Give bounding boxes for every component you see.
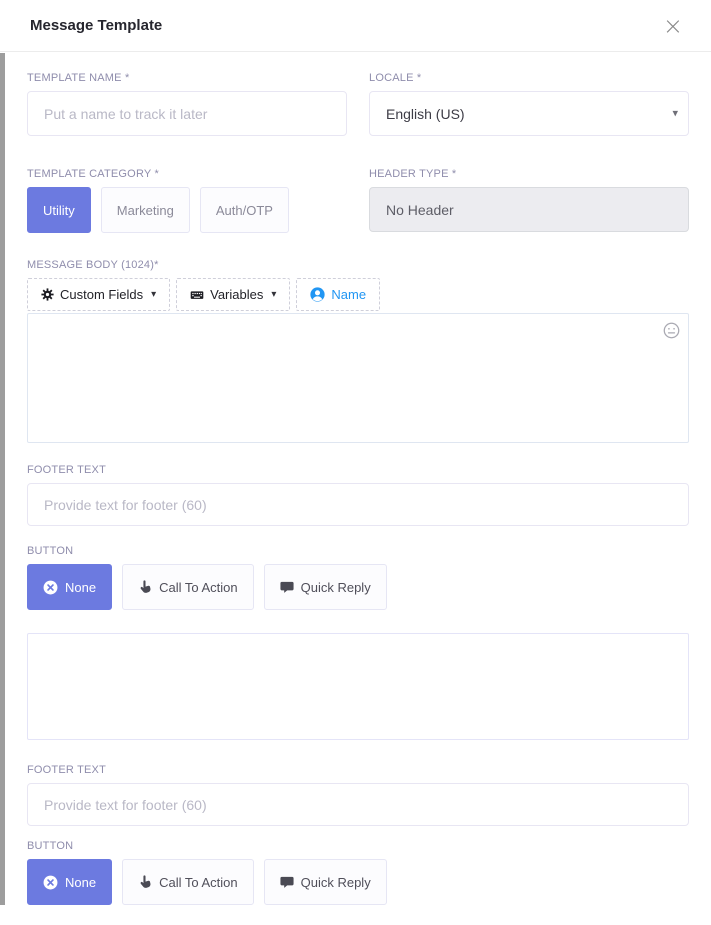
category-options: Utility Marketing Auth/OTP: [27, 187, 347, 233]
row-name-locale: TEMPLATE NAME * LOCALE * English (US) ▾: [27, 72, 689, 136]
button-call-to-action-option[interactable]: Call To Action: [122, 564, 254, 610]
category-authotp-button[interactable]: Auth/OTP: [200, 187, 289, 233]
name-variable-button[interactable]: Name: [296, 278, 380, 311]
message-body-toolbar: Custom Fields ▾: [27, 278, 689, 311]
header-type-label: HEADER TYPE *: [369, 168, 689, 180]
button-section-2: BUTTON None: [27, 840, 689, 905]
message-body-section: MESSAGE BODY (1024)* Custom Fields: [27, 259, 689, 443]
button-none-option[interactable]: None: [27, 859, 112, 905]
locale-select[interactable]: English (US): [369, 91, 689, 136]
secondary-body-textarea[interactable]: [27, 633, 689, 740]
footer-text-section-2: FOOTER TEXT: [27, 764, 689, 826]
row-category-header: TEMPLATE CATEGORY * Utility Marketing Au…: [27, 168, 689, 233]
header-type-field: No Header: [369, 187, 689, 232]
message-template-modal: Message Template × TEMPLATE NAME * LOCAL…: [0, 0, 711, 925]
caret-down-icon: ▾: [271, 289, 276, 300]
button-label: BUTTON: [27, 545, 689, 557]
chat-bubble-icon: [280, 875, 294, 889]
page-background-edge: [0, 53, 5, 905]
button-section-1: BUTTON None: [27, 545, 689, 610]
button-type-options-2: None Call To Action: [27, 859, 689, 905]
template-category-label: TEMPLATE CATEGORY *: [27, 168, 347, 180]
modal-title: Message Template: [30, 17, 162, 34]
locale-label: LOCALE *: [369, 72, 689, 84]
footer-text-label: FOOTER TEXT: [27, 464, 689, 476]
secondary-body-section: [27, 633, 689, 740]
gear-icon: [41, 288, 54, 301]
button-quick-reply-option[interactable]: Quick Reply: [264, 564, 387, 610]
chat-bubble-icon: [280, 580, 294, 594]
keyboard-icon: [190, 288, 204, 302]
button-quick-reply-option[interactable]: Quick Reply: [264, 859, 387, 905]
footer-text-input-2[interactable]: [27, 783, 689, 826]
message-body-label: MESSAGE BODY (1024)*: [27, 259, 689, 271]
footer-text-section-1: FOOTER TEXT: [27, 464, 689, 526]
variables-dropdown-button[interactable]: Variables ▾: [176, 278, 290, 311]
footer-text-input-1[interactable]: [27, 483, 689, 526]
button-none-option[interactable]: None: [27, 564, 112, 610]
custom-fields-dropdown-button[interactable]: Custom Fields ▾: [27, 278, 170, 311]
category-utility-button[interactable]: Utility: [27, 187, 91, 233]
locale-selected-value: English (US): [386, 106, 465, 122]
user-circle-icon: [310, 287, 325, 302]
template-name-input[interactable]: [27, 91, 347, 136]
button-type-options-1: None Call To Action: [27, 564, 689, 610]
button-call-to-action-option[interactable]: Call To Action: [122, 859, 254, 905]
circle-x-icon: [43, 875, 58, 890]
caret-down-icon: ▾: [151, 289, 156, 300]
modal-body: TEMPLATE NAME * LOCALE * English (US) ▾ …: [0, 52, 711, 925]
hand-pointer-icon: [138, 875, 152, 889]
message-body-textarea[interactable]: [27, 313, 689, 443]
circle-x-icon: [43, 580, 58, 595]
button-label: BUTTON: [27, 840, 689, 852]
emoji-picker-icon[interactable]: [662, 321, 680, 339]
modal-header: Message Template ×: [0, 0, 711, 52]
category-marketing-button[interactable]: Marketing: [101, 187, 190, 233]
close-icon[interactable]: ×: [657, 12, 689, 40]
template-name-label: TEMPLATE NAME *: [27, 72, 347, 84]
footer-text-label: FOOTER TEXT: [27, 764, 689, 776]
hand-pointer-icon: [138, 580, 152, 594]
